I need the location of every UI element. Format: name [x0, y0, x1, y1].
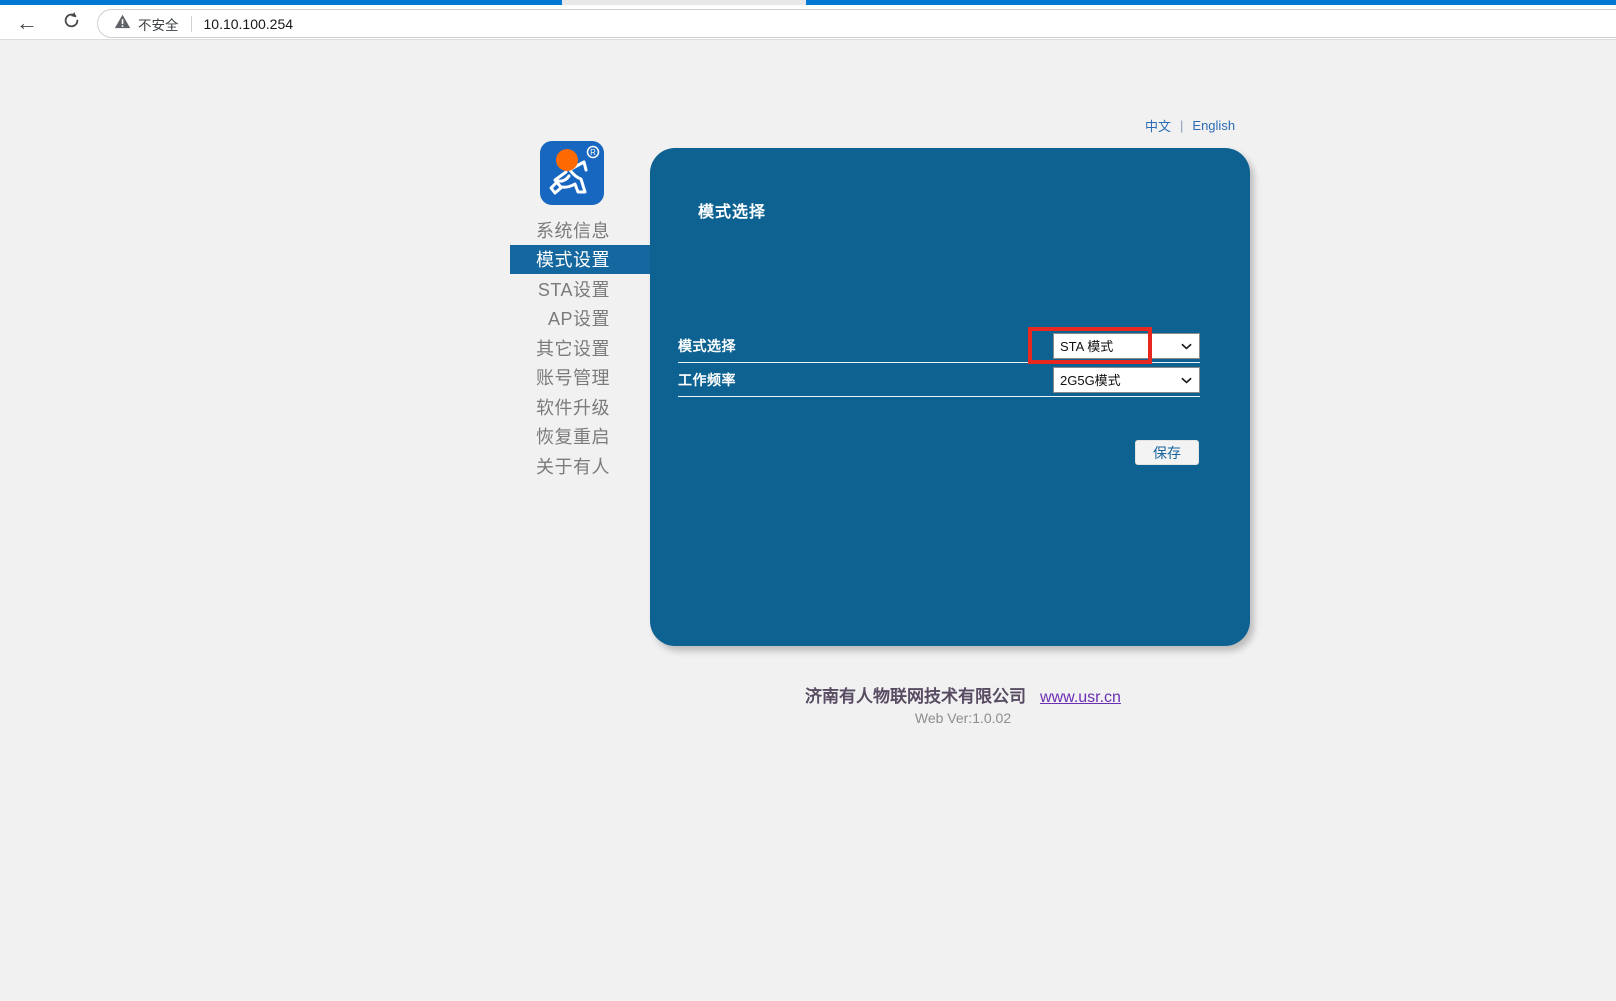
- settings-panel: 模式选择 模式选择 STA 模式 工作频率 2G5G模式: [650, 148, 1250, 646]
- frequency-select[interactable]: 2G5G模式: [1053, 367, 1200, 393]
- sidebar-item-about-usr[interactable]: 关于有人: [510, 451, 652, 481]
- language-switcher: 中文 | English: [1145, 116, 1235, 135]
- sidebar-item-firmware-upgrade[interactable]: 软件升级: [510, 392, 652, 422]
- web-version: Web Ver:1.0.02: [663, 710, 1263, 726]
- chevron-down-icon: [1181, 337, 1192, 355]
- usr-logo: R: [540, 141, 604, 205]
- url-text: 10.10.100.254: [204, 16, 294, 32]
- lang-chinese-link[interactable]: 中文: [1145, 116, 1171, 135]
- frequency-select-value: 2G5G模式: [1060, 370, 1121, 389]
- back-button[interactable]: ←: [12, 8, 42, 38]
- mode-select-value: STA 模式: [1060, 336, 1113, 355]
- page-background: 中文 | English R 系统信息 模式设置 STA设置 AP设置 其它设置…: [0, 41, 1616, 1001]
- chevron-down-icon: [1181, 371, 1192, 389]
- form-row-frequency: 工作频率 2G5G模式: [678, 363, 1200, 397]
- sidebar-item-restore-restart[interactable]: 恢复重启: [510, 422, 652, 452]
- mode-select-label: 模式选择: [678, 336, 736, 356]
- save-button[interactable]: 保存: [1135, 440, 1199, 465]
- sidebar-item-ap-settings[interactable]: AP设置: [510, 304, 652, 334]
- frequency-select-label: 工作频率: [678, 370, 736, 390]
- sidebar-item-mode-settings[interactable]: 模式设置: [510, 245, 652, 275]
- lang-english-link[interactable]: English: [1192, 118, 1235, 133]
- sidebar-item-other-settings[interactable]: 其它设置: [510, 333, 652, 363]
- sidebar-item-system-info[interactable]: 系统信息: [510, 215, 652, 245]
- warning-triangle-icon: [114, 14, 131, 34]
- usr-website-link[interactable]: www.usr.cn: [1040, 689, 1121, 707]
- lang-divider: |: [1180, 118, 1183, 133]
- sidebar-item-account-management[interactable]: 账号管理: [510, 363, 652, 393]
- reload-button[interactable]: [56, 8, 86, 38]
- security-indicator[interactable]: 不安全: [114, 14, 179, 34]
- address-separator: [191, 16, 192, 32]
- mode-form: 模式选择 STA 模式 工作频率 2G5G模式: [678, 329, 1200, 397]
- form-row-mode: 模式选择 STA 模式: [678, 329, 1200, 363]
- security-warning-text: 不安全: [138, 14, 179, 34]
- reload-icon: [62, 11, 81, 35]
- address-bar[interactable]: 不安全 10.10.100.254: [97, 9, 1616, 38]
- browser-toolbar: ← 不安全 10.10.100.254: [0, 5, 1616, 40]
- company-name: 济南有人物联网技术有限公司: [805, 682, 1026, 707]
- svg-text:R: R: [590, 148, 596, 157]
- mode-select[interactable]: STA 模式: [1053, 333, 1200, 359]
- page-footer: 济南有人物联网技术有限公司 www.usr.cn Web Ver:1.0.02: [663, 682, 1263, 726]
- panel-title: 模式选择: [698, 198, 766, 222]
- sidebar-menu: 系统信息 模式设置 STA设置 AP设置 其它设置 账号管理 软件升级 恢复重启…: [510, 215, 652, 481]
- sidebar-item-sta-settings[interactable]: STA设置: [510, 274, 652, 304]
